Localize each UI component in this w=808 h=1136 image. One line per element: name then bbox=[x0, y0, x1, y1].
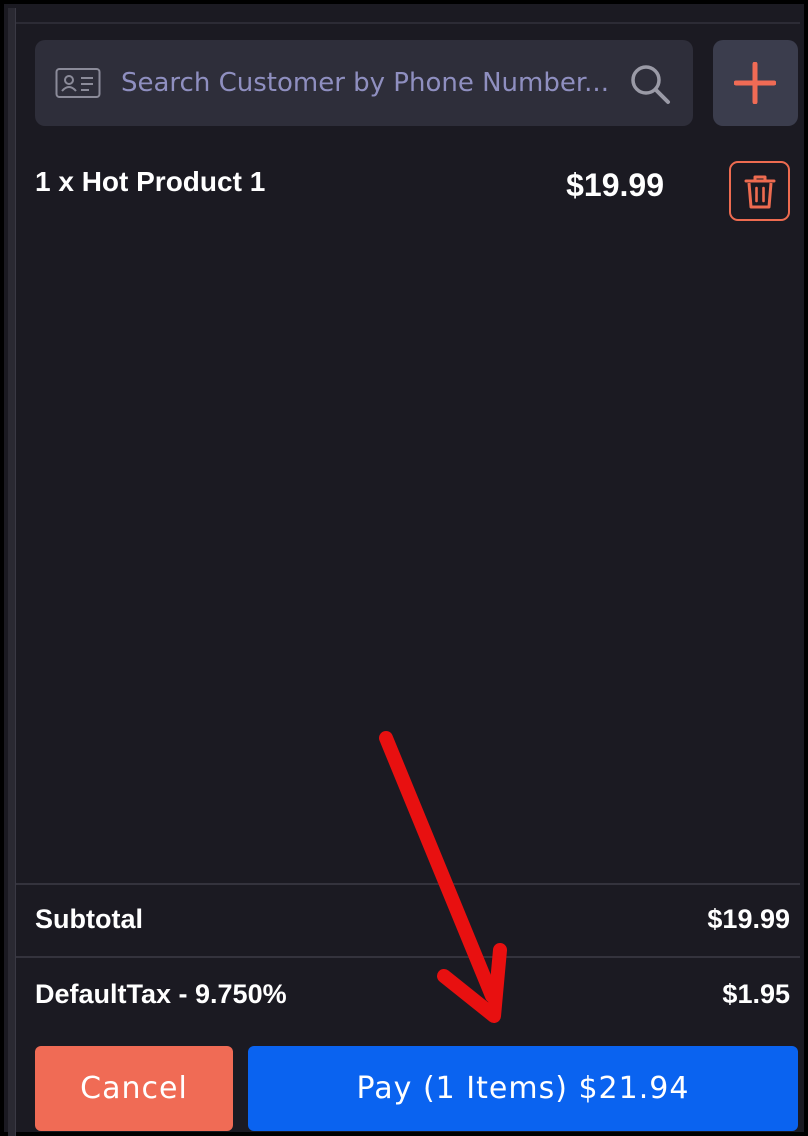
customer-search-field[interactable]: Search Customer by Phone Number... bbox=[35, 40, 693, 126]
trash-icon bbox=[744, 175, 776, 209]
top-divider bbox=[16, 22, 800, 24]
subtotal-label: Subtotal bbox=[35, 904, 143, 934]
line-item-label: 1 x Hot Product 1 bbox=[35, 166, 266, 197]
search-icon[interactable] bbox=[628, 62, 672, 106]
subtotal-value: $19.99 bbox=[707, 904, 790, 934]
line-item-price: $19.99 bbox=[566, 167, 664, 203]
id-card-icon bbox=[55, 68, 101, 98]
cancel-button[interactable]: Cancel bbox=[35, 1046, 233, 1131]
delete-item-button[interactable] bbox=[729, 161, 790, 221]
tax-label: DefaultTax - 9.750% bbox=[35, 979, 287, 1009]
plus-icon bbox=[734, 62, 776, 104]
annotation-arrow-icon bbox=[379, 731, 507, 1023]
left-rail bbox=[8, 8, 16, 1136]
tax-value: $1.95 bbox=[722, 979, 790, 1009]
add-customer-button[interactable] bbox=[713, 40, 798, 126]
customer-search-input[interactable]: Search Customer by Phone Number... bbox=[121, 40, 611, 126]
pay-button[interactable]: Pay (1 Items) $21.94 bbox=[248, 1046, 798, 1131]
pos-cart-panel: Search Customer by Phone Number... 1 x H… bbox=[0, 0, 808, 1136]
